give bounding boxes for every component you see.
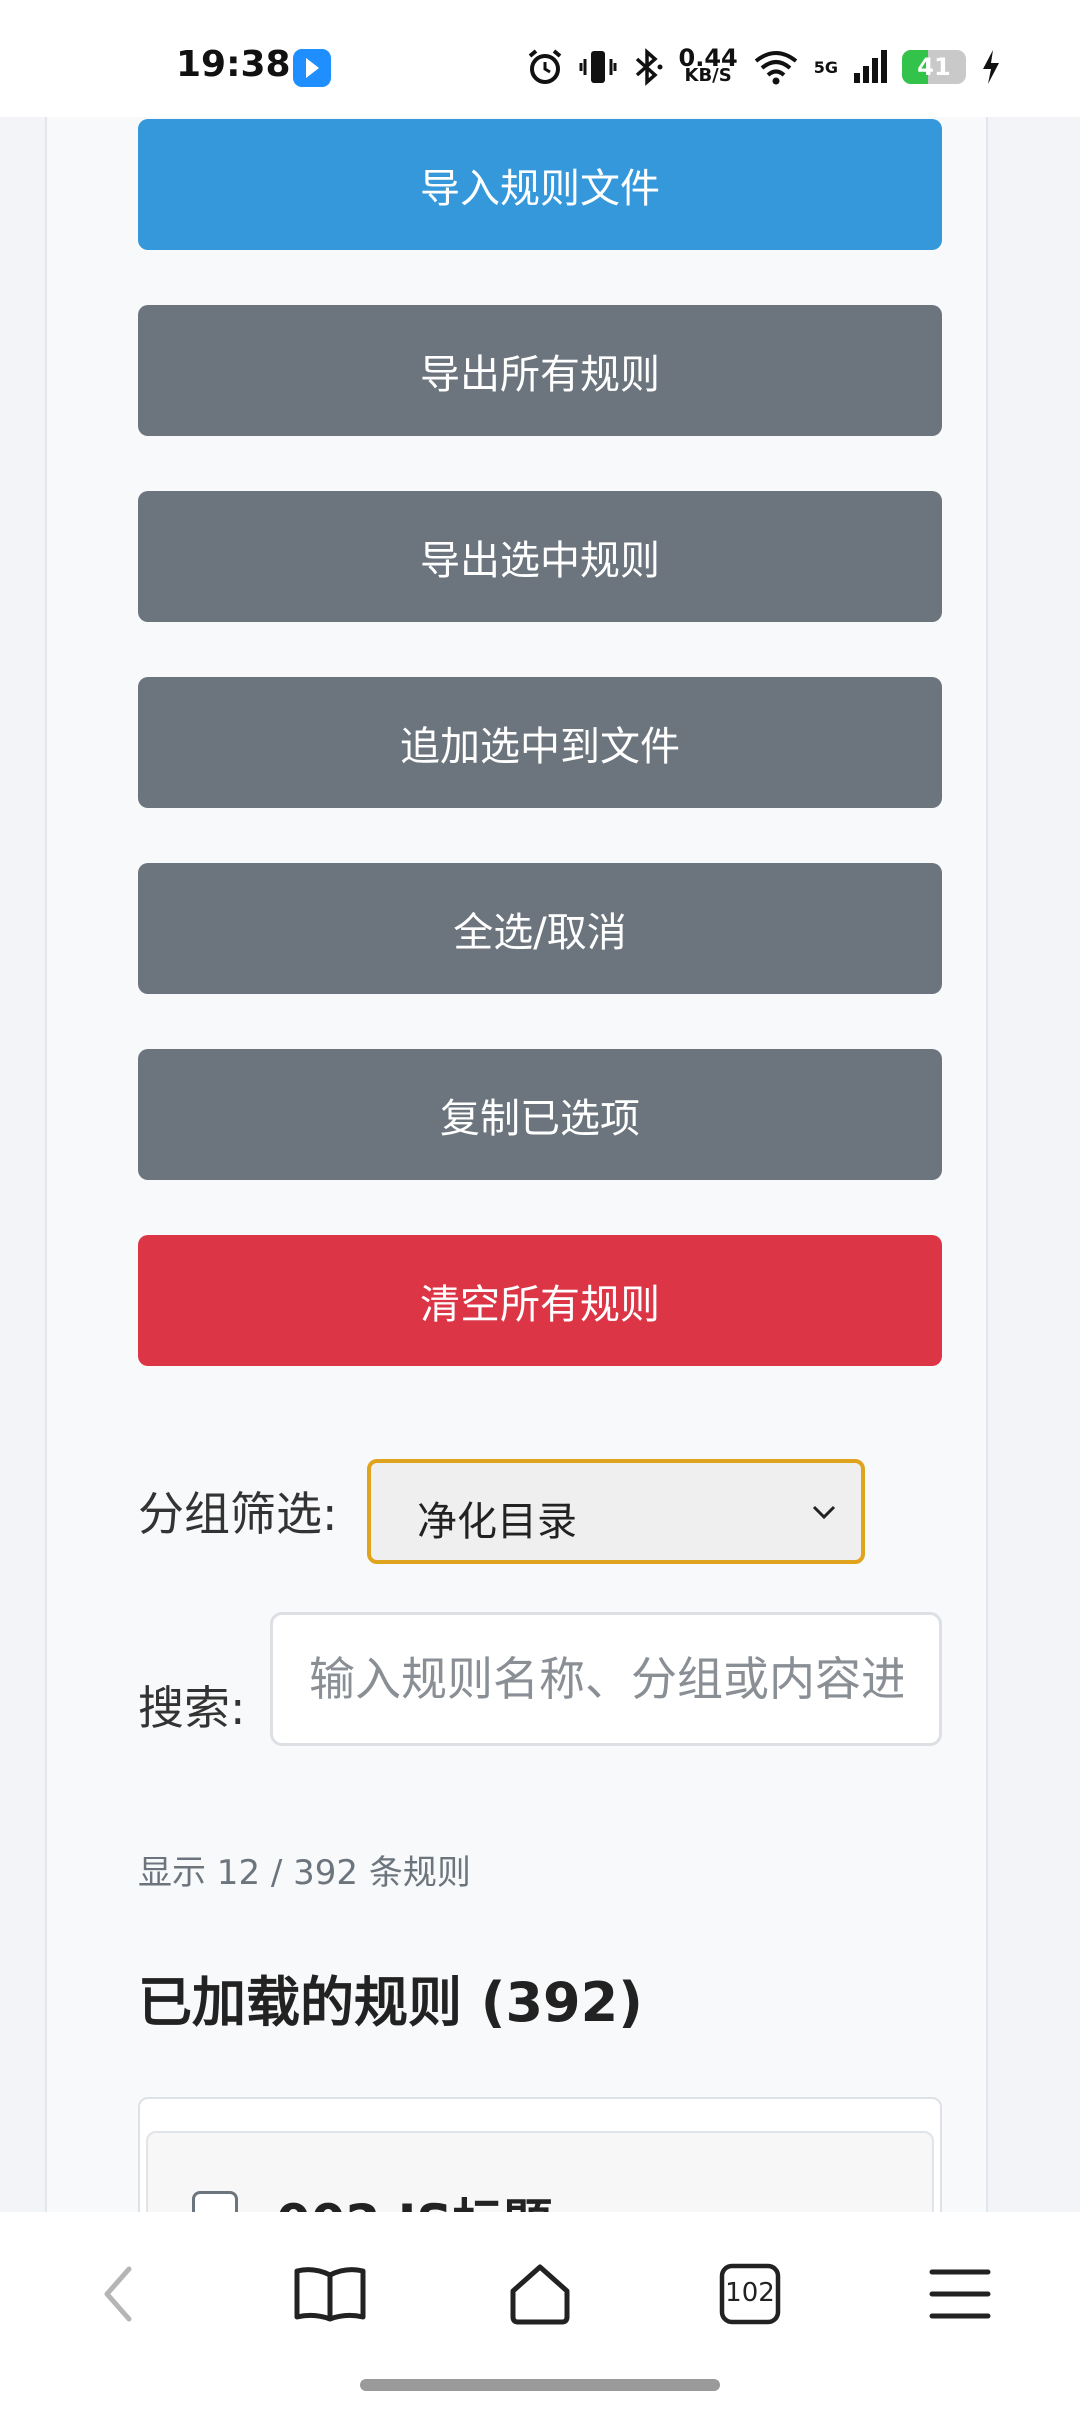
charging-icon (983, 50, 999, 84)
status-bar: 19:38 0.44 KB/S 5G 41 (0, 0, 1080, 117)
status-icons: 0.44 KB/S 5G 41 (525, 44, 1002, 90)
search-label: 搜索: (138, 1681, 246, 1735)
home-indicator[interactable] (360, 2379, 720, 2391)
alarm-icon (528, 49, 561, 84)
loaded-rules-title: 已加载的规则 (392) (138, 1971, 643, 2034)
menu-button[interactable] (910, 2254, 1010, 2334)
signal-icon (854, 50, 887, 83)
wifi-icon (754, 51, 797, 85)
network-speed: 0.44 KB/S (679, 46, 738, 86)
battery-icon: 41 (902, 50, 966, 84)
menu-icon (929, 2269, 991, 2319)
bluetooth-icon (635, 48, 663, 86)
group-filter-label: 分组筛选: (138, 1487, 338, 1541)
home-icon (510, 2264, 570, 2325)
select-all-toggle-button[interactable]: 全选/取消 (138, 863, 942, 994)
tab-count: 102 (725, 2278, 775, 2308)
export-selected-rules-button[interactable]: 导出选中规则 (138, 491, 942, 622)
network-type: 5G (813, 57, 838, 77)
import-rules-file-button[interactable]: 导入规则文件 (138, 119, 942, 250)
vibrate-icon (579, 51, 617, 83)
clear-all-rules-button[interactable]: 清空所有规则 (138, 1235, 942, 1366)
back-button[interactable] (70, 2254, 170, 2334)
back-icon (104, 2266, 132, 2322)
chevron-down-icon (812, 1505, 836, 1520)
group-filter-value: 净化目录 (417, 1499, 577, 1545)
group-filter-select[interactable]: 净化目录 (367, 1459, 865, 1564)
app-notification-icon (293, 49, 331, 87)
search-input[interactable] (270, 1612, 942, 1746)
export-all-rules-button[interactable]: 导出所有规则 (138, 305, 942, 436)
home-button[interactable] (490, 2254, 590, 2334)
status-time: 19:38 (176, 44, 291, 85)
battery-level: 41 (917, 53, 951, 81)
tabs-button[interactable]: 102 (700, 2254, 800, 2334)
copy-selected-button[interactable]: 复制已选项 (138, 1049, 942, 1180)
bookmarks-icon (294, 2267, 366, 2322)
append-selected-to-file-button[interactable]: 追加选中到文件 (138, 677, 942, 808)
network-speed-unit: KB/S (684, 65, 732, 86)
rule-count-text: 显示 12 / 392 条规则 (138, 1853, 471, 1893)
screen: 19:38 0.44 KB/S 5G 41 导入规则文件 导出所有规则 导出选中… (0, 0, 1080, 2412)
bookmarks-button[interactable] (280, 2254, 380, 2334)
